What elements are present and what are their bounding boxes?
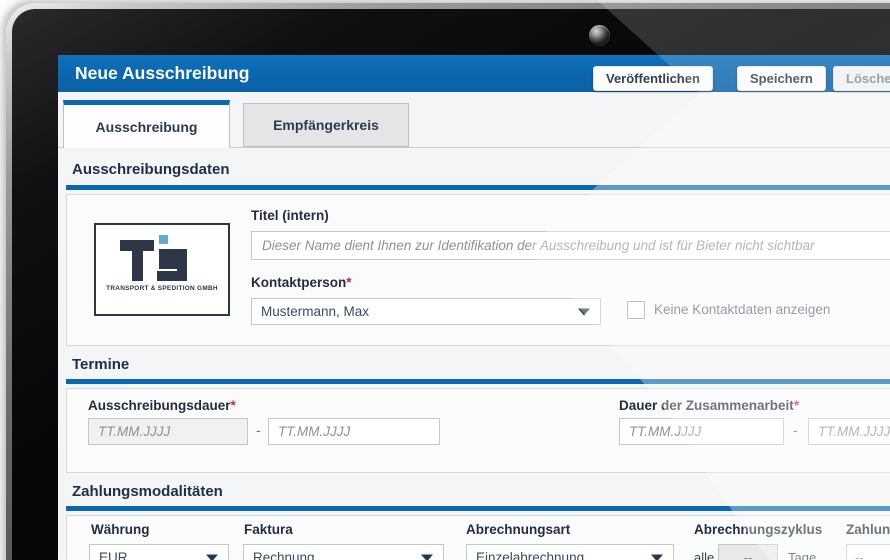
zusammenarbeit-von-input[interactable] (619, 418, 784, 445)
titel-input[interactable] (251, 231, 890, 260)
tab-empfaengerkreis[interactable]: Empfängerkreis (243, 103, 409, 147)
faktura-label: Faktura (244, 522, 293, 537)
waehrung-value: EUR (99, 550, 128, 560)
date-range-separator: - (793, 422, 798, 438)
ts-logo-mark (116, 235, 208, 285)
section-underline (66, 185, 890, 190)
keine-kontaktdaten-checkbox[interactable] (627, 301, 645, 319)
chevron-down-icon (578, 308, 590, 315)
date-range-separator: - (256, 422, 261, 438)
company-logo: TRANSPORT & SPEDITION GMBH (94, 223, 230, 316)
section-underline (66, 506, 890, 511)
ausschreibungsdauer-label: Ausschreibungsdauer* (88, 398, 236, 413)
section-title-ausschreibungsdaten: Ausschreibungsdaten (72, 161, 230, 178)
waehrung-label: Währung (91, 522, 150, 537)
abrechnungszyklus-label: Abrechnungszyklus (694, 522, 822, 537)
required-asterisk: * (231, 398, 236, 413)
keine-kontaktdaten-label: Keine Kontaktdaten anzeigen (654, 302, 830, 317)
app-screen: Neue Ausschreibung Veröffentlichen Speic… (58, 55, 890, 560)
titel-label: Titel (intern) (251, 208, 329, 223)
ausschreibungsdauer-von-input[interactable] (88, 418, 248, 445)
zyklus-tage-input[interactable] (718, 544, 778, 560)
camera-icon (589, 25, 610, 46)
zusammenarbeit-label: Dauer der Zusammenarbeit* (619, 398, 799, 413)
company-logo-caption: TRANSPORT & SPEDITION GMBH (101, 285, 222, 291)
required-asterisk: * (794, 398, 799, 413)
zyklus-prefix: alle (694, 550, 714, 560)
panel-termine: Ausschreibungsdauer* - Dauer der Zusamme… (66, 388, 890, 473)
faktura-select[interactable]: Rechnung (243, 544, 444, 560)
panel-ausschreibungsdaten: TRANSPORT & SPEDITION GMBH Titel (intern… (66, 194, 890, 346)
kontaktperson-value: Mustermann, Max (261, 304, 369, 319)
faktura-value: Rechnung (253, 550, 315, 560)
page-title: Neue Ausschreibung (75, 55, 249, 92)
tab-ausschreibung[interactable]: Ausschreibung (63, 100, 230, 148)
abrechnungsart-select[interactable]: Einzelabrechnung (466, 544, 674, 560)
chevron-down-icon (421, 554, 433, 560)
delete-button[interactable]: Löschen (833, 66, 890, 91)
save-button[interactable]: Speichern (737, 66, 826, 91)
kontaktperson-select[interactable]: Mustermann, Max (251, 298, 601, 325)
chevron-down-icon (206, 554, 218, 560)
zahlungsziel-label: Zahlungsziel (846, 522, 890, 537)
publish-button[interactable]: Veröffentlichen (593, 66, 713, 91)
abrechnungsart-value: Einzelabrechnung (476, 550, 584, 560)
section-title-termine: Termine (72, 356, 129, 373)
panel-zahlungsmodalitaeten: Währung Faktura Abrechnungsart Abrechnun… (66, 515, 890, 560)
zusammenarbeit-bis-input[interactable] (808, 418, 890, 445)
abrechnungsart-label: Abrechnungsart (466, 522, 570, 537)
section-underline (66, 379, 890, 384)
header-bar: Neue Ausschreibung Veröffentlichen Speic… (58, 55, 890, 92)
section-title-zahlungsmodalitaeten: Zahlungsmodalitäten (72, 483, 223, 500)
chevron-down-icon (651, 554, 663, 560)
waehrung-select[interactable]: EUR (89, 544, 229, 560)
kontaktperson-label: Kontaktperson* (251, 275, 352, 290)
required-asterisk: * (346, 275, 351, 290)
ausschreibungsdauer-bis-input[interactable] (268, 418, 440, 445)
zahlungsziel-input[interactable] (846, 544, 890, 560)
zyklus-suffix: Tage (788, 550, 816, 560)
